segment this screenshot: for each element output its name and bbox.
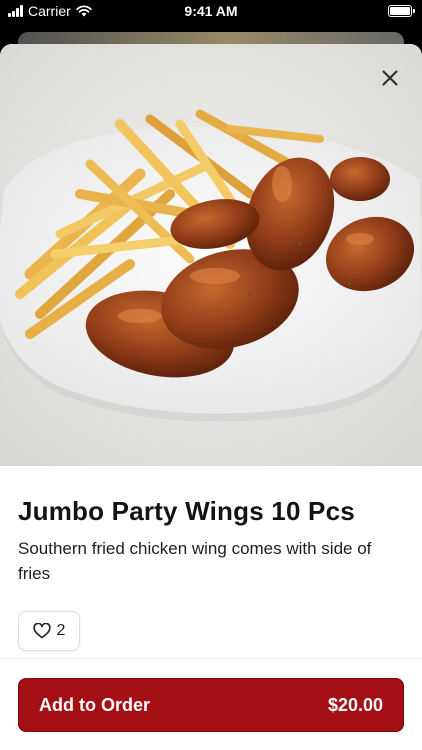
divider [0, 658, 422, 659]
product-sheet: Jumbo Party Wings 10 Pcs Southern fried … [0, 44, 422, 750]
like-button[interactable]: 2 [18, 611, 80, 651]
product-title: Jumbo Party Wings 10 Pcs [18, 496, 355, 526]
status-bar: Carrier 9:41 AM [0, 0, 422, 24]
battery-icon [388, 5, 415, 17]
close-button[interactable] [372, 60, 408, 96]
product-image [0, 44, 422, 466]
add-to-order-label: Add to Order [39, 694, 150, 715]
close-icon [382, 70, 398, 86]
like-count: 2 [56, 622, 66, 639]
order-price: $20.00 [327, 694, 383, 715]
add-to-order-button[interactable]: Add to Order $20.00 [18, 678, 404, 732]
wings-and-fries-illustration [0, 44, 422, 466]
heart-icon [32, 623, 51, 639]
status-time: 9:41 AM [184, 3, 238, 19]
product-description: Southern fried chicken wing comes with s… [18, 539, 372, 583]
